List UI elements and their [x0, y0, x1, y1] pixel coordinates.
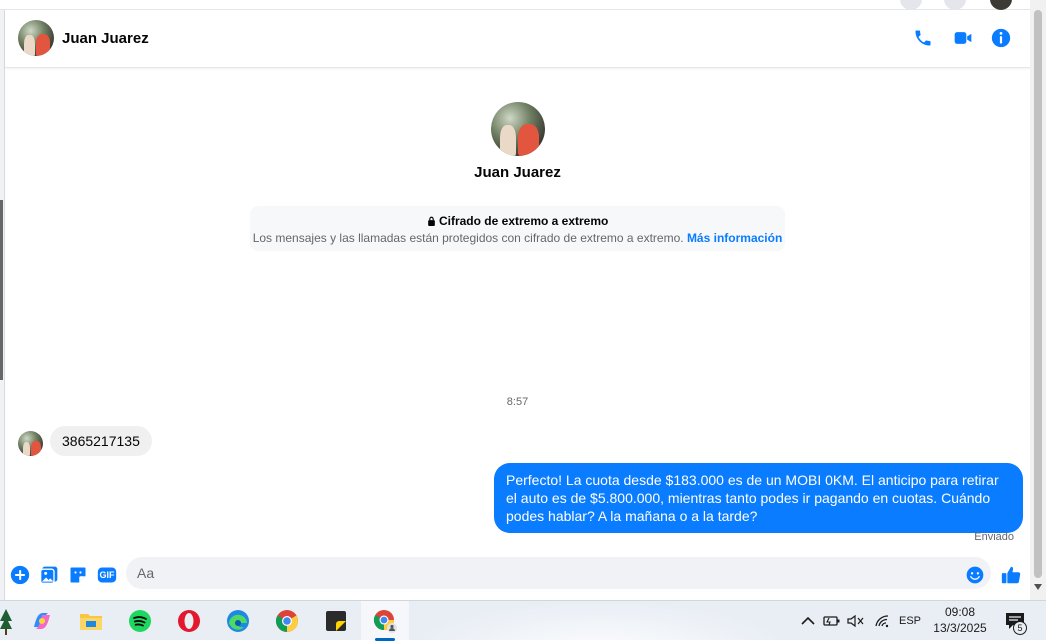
gif-icon[interactable]: GIF: [96, 564, 118, 586]
chat-panel: Juan Juarez Juan Juarez Cifrado de extre…: [5, 10, 1030, 600]
plus-icon[interactable]: [9, 564, 31, 586]
clock-time: 09:08: [944, 605, 976, 619]
copilot-icon[interactable]: [18, 601, 66, 641]
info-icon[interactable]: [989, 26, 1013, 50]
desktop-tree-icon: [0, 609, 12, 635]
top-icon: [900, 0, 922, 10]
top-icon: [944, 0, 966, 10]
sticker-icon[interactable]: [67, 564, 89, 586]
encryption-description: Los mensajes y las llamadas están proteg…: [252, 231, 783, 245]
message-status: Enviado: [974, 531, 1014, 543]
volume-muted-icon[interactable]: [846, 601, 866, 641]
spotify-icon[interactable]: [116, 601, 164, 641]
message-timestamp: 8:57: [506, 396, 529, 408]
scrollbar[interactable]: [1030, 0, 1046, 600]
wifi-icon[interactable]: [872, 601, 892, 641]
clock-date: 13/3/2025: [933, 621, 987, 635]
browser-top-strip: [0, 0, 1046, 10]
opera-icon[interactable]: [165, 601, 213, 641]
battery-icon[interactable]: [822, 601, 842, 641]
more-info-link[interactable]: Más información: [687, 231, 782, 245]
video-camera-icon[interactable]: [951, 26, 975, 50]
message-input[interactable]: [126, 557, 991, 589]
chevron-up-icon[interactable]: [798, 601, 818, 641]
scrollbar-thumb[interactable]: [1034, 10, 1042, 578]
chrome-profile-icon[interactable]: [361, 601, 409, 641]
messenger-window: Juan Juarez Juan Juarez Cifrado de extre…: [0, 0, 1046, 600]
contact-avatar[interactable]: [18, 20, 54, 56]
sender-avatar[interactable]: [18, 431, 43, 456]
message-composer: GIF: [5, 556, 1030, 592]
profile-name: Juan Juarez: [474, 164, 561, 181]
notification-count: 5: [1013, 621, 1027, 635]
phone-icon[interactable]: [911, 26, 935, 50]
chrome-icon[interactable]: [263, 601, 311, 641]
windows-taskbar: ESP 09:08 13/3/2025 5: [0, 600, 1046, 641]
top-avatar: [990, 0, 1012, 10]
incoming-message[interactable]: 3865217135: [50, 426, 152, 456]
scroll-down-arrow[interactable]: [1034, 584, 1042, 590]
like-icon[interactable]: [1000, 564, 1022, 586]
encryption-title: Cifrado de extremo a extremo: [250, 214, 785, 228]
image-icon[interactable]: [38, 564, 60, 586]
edge-icon[interactable]: [214, 601, 262, 641]
file-explorer-icon[interactable]: [67, 601, 115, 641]
sticky-notes-icon[interactable]: [312, 601, 360, 641]
outgoing-message[interactable]: Perfecto! La cuota desde $183.000 es de …: [494, 463, 1023, 533]
emoji-icon[interactable]: [964, 564, 986, 586]
language-indicator[interactable]: ESP: [896, 601, 924, 641]
lock-icon: [427, 216, 435, 226]
clock[interactable]: 09:08 13/3/2025: [928, 604, 992, 636]
encryption-notice: Cifrado de extremo a extremo Los mensaje…: [250, 206, 785, 251]
profile-avatar[interactable]: [490, 102, 545, 156]
conversation-header: Juan Juarez: [5, 10, 1030, 68]
notifications-icon[interactable]: 5: [1000, 601, 1030, 641]
contact-profile: Juan Juarez: [5, 102, 1030, 181]
contact-name[interactable]: Juan Juarez: [62, 30, 149, 47]
